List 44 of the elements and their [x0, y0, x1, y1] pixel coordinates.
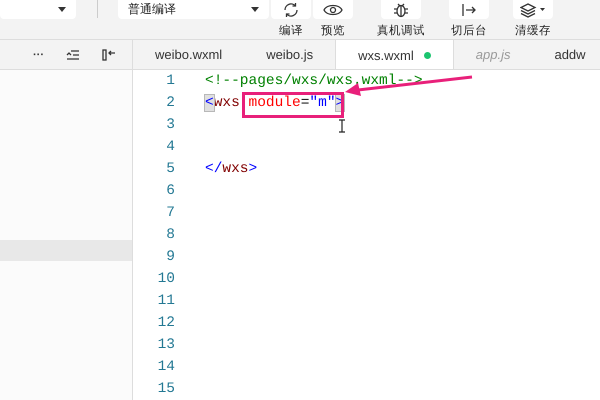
editor-tab[interactable]: wxs.wxml [335, 40, 454, 69]
line-number: 6 [165, 183, 175, 199]
code-line: </wxs> [205, 161, 258, 177]
toolbar-label[interactable]: 预览 [321, 23, 345, 38]
eye-icon [323, 2, 343, 16]
toolbar-label[interactable]: 真机调试 [377, 23, 425, 38]
toolbar-label[interactable]: 编译 [279, 23, 303, 38]
line-number: 1 [165, 73, 175, 89]
toolbar-label[interactable]: 清缓存 [515, 23, 551, 38]
line-number: 10 [156, 271, 175, 287]
caret-icon [251, 7, 259, 12]
line-number: 11 [156, 293, 175, 309]
toolbar-button[interactable] [313, 0, 353, 19]
editor-tab[interactable]: addw [532, 40, 600, 69]
text-cursor-icon [338, 119, 346, 133]
editor-tab[interactable]: weibo.wxml [133, 40, 244, 69]
line-number: 7 [165, 205, 175, 221]
line-number: 14 [156, 359, 175, 375]
line-number: 15 [156, 381, 175, 397]
caret-icon [58, 7, 66, 12]
line-number: 3 [165, 117, 175, 133]
compile-mode-dropdown[interactable]: 普通编译 [118, 0, 269, 19]
line-number: 12 [156, 315, 175, 331]
refresh-icon [282, 0, 300, 18]
toolbar-button[interactable] [271, 0, 311, 19]
panel-arrow-icon[interactable] [102, 48, 116, 60]
bug-icon [392, 0, 410, 18]
line-number: 9 [165, 249, 175, 265]
toolbar-button[interactable] [381, 0, 421, 19]
modified-dot-icon [424, 52, 431, 58]
line-number: 2 [165, 95, 175, 111]
more-button[interactable]: ··· [33, 48, 44, 60]
toolbar-button[interactable] [513, 0, 553, 19]
line-number: 8 [165, 227, 175, 243]
layers-icon [520, 2, 546, 18]
arrow-bar-icon [460, 2, 478, 16]
code-line: <!--pages/wxs/wxs.wxml--> [205, 73, 423, 89]
line-number: 5 [165, 161, 175, 177]
line-number: 4 [165, 139, 175, 155]
toolbar-button[interactable] [449, 0, 489, 19]
toolbar-label[interactable]: 切后台 [451, 23, 487, 38]
editor-tab[interactable]: weibo.js [244, 40, 336, 69]
line-number: 13 [156, 337, 175, 353]
outdent-icon[interactable] [66, 50, 80, 60]
